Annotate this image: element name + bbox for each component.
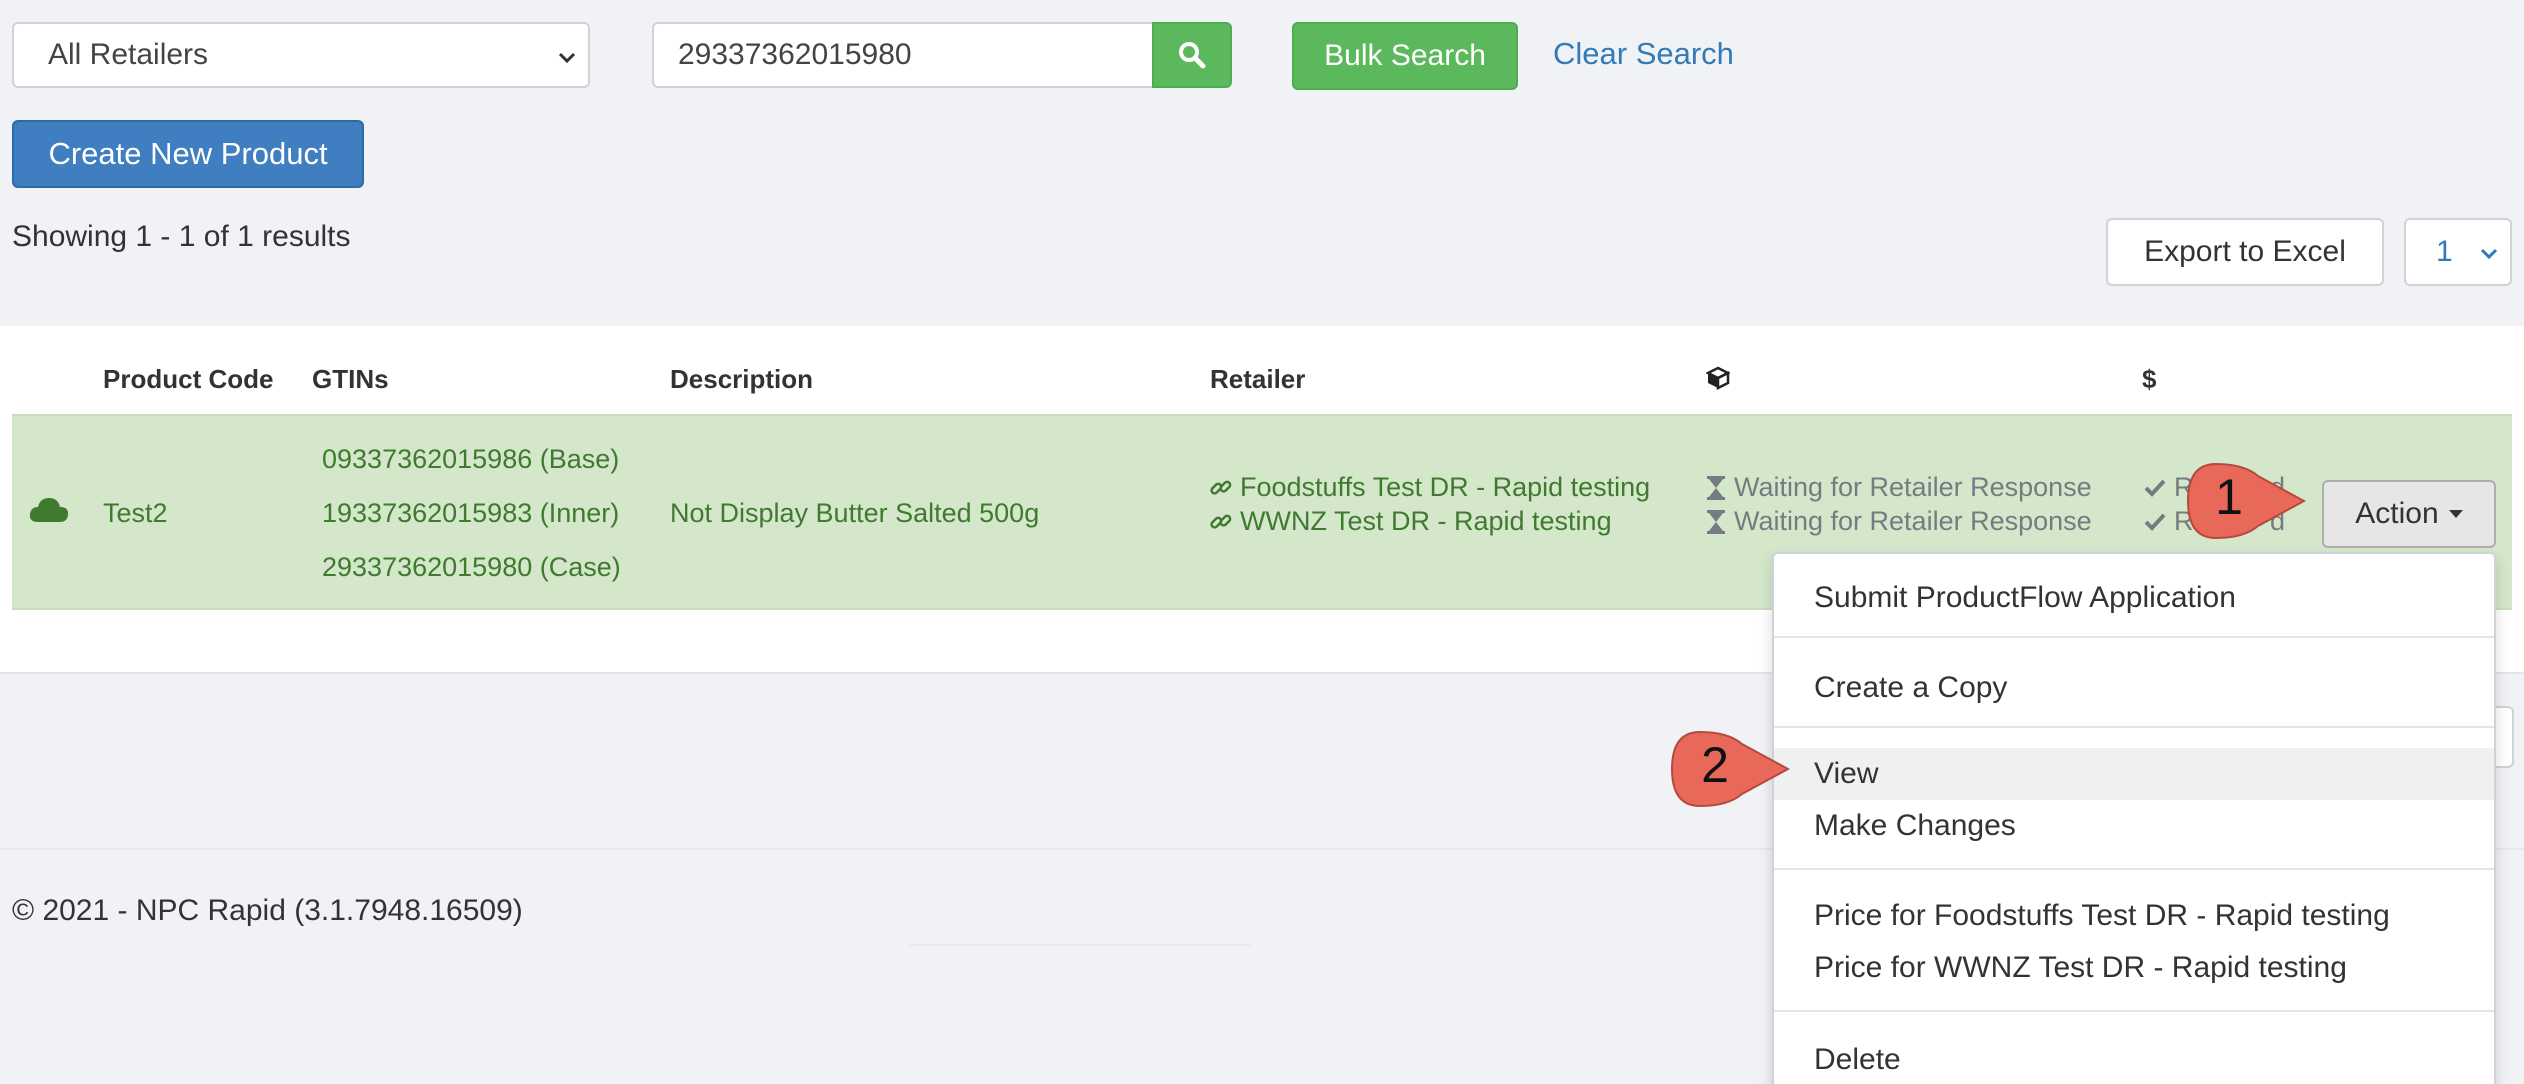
page-select-value: 1 [2436, 235, 2453, 268]
header-retailer[interactable]: Retailer [1210, 364, 1305, 395]
menu-item-view[interactable]: View [1774, 748, 2494, 800]
clear-search-link[interactable]: Clear Search [1553, 36, 1734, 72]
menu-divider [1774, 726, 2494, 728]
header-price[interactable]: $ [2142, 364, 2156, 395]
link-icon [1210, 480, 1232, 495]
export-to-excel-button[interactable]: Export to Excel [2106, 218, 2384, 286]
page-select[interactable]: 1 [2404, 218, 2512, 286]
retailer-foodstuffs[interactable]: Foodstuffs Test DR - Rapid testing [1210, 472, 1650, 503]
bulk-search-label: Bulk Search [1324, 39, 1486, 72]
product-code-cell[interactable]: Test2 [103, 498, 168, 529]
action-button[interactable]: Action [2322, 480, 2496, 548]
status-wwnz-label: Waiting for Retailer Response [1734, 506, 2092, 536]
create-new-product-button[interactable]: Create New Product [12, 120, 364, 188]
gtin-case: 29337362015980 (Case) [322, 552, 621, 582]
callout-number-1: 1 [2215, 469, 2243, 525]
callout-number-2: 2 [1701, 737, 1729, 793]
chevron-down-icon [558, 52, 576, 64]
menu-item-make-changes[interactable]: Make Changes [1774, 800, 2494, 852]
caret-down-icon [2448, 510, 2463, 518]
bulk-search-button[interactable]: Bulk Search [1292, 22, 1518, 90]
retailer-foodstuffs-label: Foodstuffs Test DR - Rapid testing [1240, 472, 1651, 502]
menu-divider [1774, 868, 2494, 870]
retailer-wwnz[interactable]: WWNZ Test DR - Rapid testing [1210, 506, 1612, 537]
package-icon [1705, 366, 1731, 397]
gtin-inner: 19337362015983 (Inner) [322, 498, 620, 528]
retailer-select[interactable]: All Retailers [12, 22, 590, 88]
action-dropdown-menu: Submit ProductFlow Application Create a … [1772, 552, 2496, 1084]
chevron-down-icon [2480, 248, 2498, 260]
gtin-base: 09337362015986 (Base) [322, 444, 620, 474]
menu-item-price-wwnz[interactable]: Price for WWNZ Test DR - Rapid testing [1774, 942, 2494, 994]
status-foodstuffs: Waiting for Retailer Response [1706, 472, 2092, 503]
menu-item-submit[interactable]: Submit ProductFlow Application [1774, 568, 2494, 628]
retailer-select-value: All Retailers [48, 38, 209, 71]
menu-item-create-copy[interactable]: Create a Copy [1774, 658, 2494, 718]
copyright: © 2021 - NPC Rapid (3.1.7948.16509) [12, 894, 523, 927]
menu-item-delete[interactable]: Delete [1774, 1032, 2494, 1084]
header-product-code[interactable]: Product Code [103, 364, 273, 395]
hourglass-icon [1707, 475, 1725, 500]
retailer-wwnz-label: WWNZ Test DR - Rapid testing [1240, 506, 1612, 536]
check-icon [2144, 513, 2166, 531]
action-label: Action [2355, 497, 2439, 530]
search-input-value: 29337362015980 [678, 38, 912, 71]
menu-divider [1774, 1010, 2494, 1012]
hourglass-icon [1707, 509, 1725, 534]
export-label: Export to Excel [2144, 235, 2346, 268]
search-button[interactable] [1152, 22, 1232, 88]
status-foodstuffs-label: Waiting for Retailer Response [1734, 472, 2092, 502]
header-description[interactable]: Description [670, 364, 813, 395]
header-gtins[interactable]: GTINs [312, 364, 389, 395]
footer-divider-short [910, 944, 1250, 946]
check-icon [2144, 479, 2166, 497]
page: All Retailers 29337362015980 Bulk Search… [0, 0, 2524, 1084]
cloud-icon [28, 494, 78, 531]
description-cell: Not Display Butter Salted 500g [670, 498, 1040, 528]
create-new-product-label: Create New Product [48, 136, 328, 171]
results-summary: Showing 1 - 1 of 1 results [12, 220, 351, 253]
search-input[interactable]: 29337362015980 [652, 22, 1154, 88]
status-wwnz: Waiting for Retailer Response [1706, 506, 2092, 537]
search-icon [1179, 42, 1206, 69]
menu-divider [1774, 636, 2494, 638]
menu-item-price-foodstuffs[interactable]: Price for Foodstuffs Test DR - Rapid tes… [1774, 890, 2494, 942]
link-icon [1210, 514, 1232, 529]
